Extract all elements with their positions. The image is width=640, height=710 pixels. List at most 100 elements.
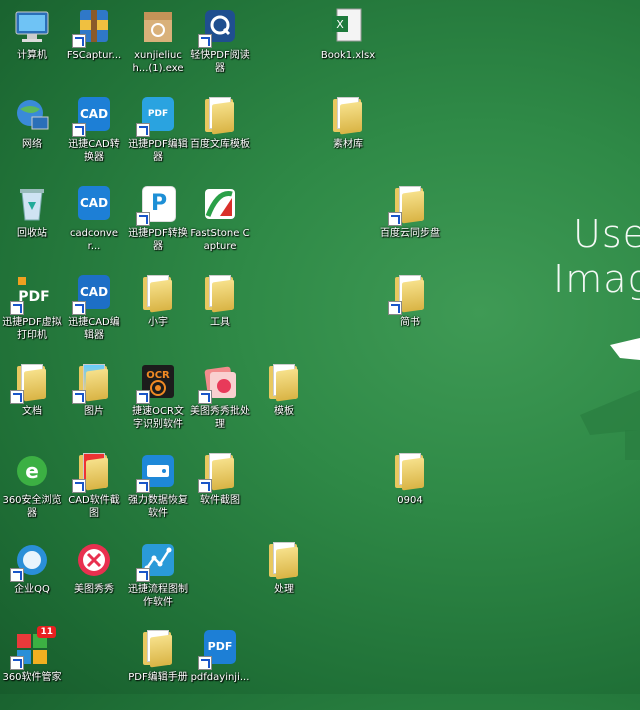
desktop-icon-muban[interactable]: 模板 [254,360,314,444]
desktop-icon-pdf-reader[interactable]: 轻快PDF阅读器 [190,4,250,88]
shortcut-arrow-icon [72,123,86,137]
icon-label: 0904 [397,495,423,506]
shortcut-arrow-icon [72,301,86,315]
desktop-icon-flowchart[interactable]: 迅捷流程图制作软件 [128,538,188,622]
desktop-icon-enterprise-qq[interactable]: 企业QQ [2,538,62,622]
folder-icon [138,273,178,313]
desktop-icon-jianshu[interactable]: 简书 [380,271,440,355]
desktop-icon-cad-converter[interactable]: CAD 迅捷CAD转换器 [64,93,124,177]
svg-text:OCR: OCR [146,370,170,381]
desktop-icon-xunjieliuch[interactable]: xunjieliuch...(1).exe [128,4,188,88]
desktop-icon-gongju[interactable]: 工具 [190,271,250,355]
shortcut-arrow-icon [10,301,24,315]
folder-icon [72,451,114,493]
shortcut-arrow-icon [10,656,24,670]
icon-label: Book1.xlsx [320,50,376,61]
desktop-icon-chuli[interactable]: 处理 [254,538,314,622]
folder-icon [72,362,114,404]
icon-label: pdfdayinji... [190,672,250,683]
wallpaper-shape [580,338,640,460]
desktop-icon-cad-editor[interactable]: CAD 迅捷CAD编辑器 [64,271,124,355]
icon-label: 迅捷CAD编辑器 [68,317,120,341]
icon-label: FastStone Capture [190,228,250,252]
shortcut-arrow-icon [10,390,24,404]
cad-editor-icon: CAD [72,273,114,315]
icon-label: CAD软件截图 [68,495,120,519]
folder-icon [200,95,240,135]
folder-icon [10,362,52,404]
icon-label: 美图秀秀批处理 [190,406,250,430]
shortcut-arrow-icon [136,123,150,137]
desktop-icon-ocr[interactable]: OCR 捷速OCR文字识别软件 [128,360,188,444]
icon-label: 网络 [22,139,42,150]
cad-converter-icon: CAD [74,184,114,224]
folder-icon [200,273,240,313]
desktop-icon-tupian[interactable]: 图片 [64,360,124,444]
desktop-icon-pdf-printer[interactable]: PDF 迅捷PDF虚拟打印机 [2,271,62,355]
icon-label: 处理 [274,584,294,595]
icon-label: 百度云同步盘 [380,228,440,239]
recycle-bin-icon [12,184,52,224]
desktop-icon-data-recovery[interactable]: 强力数据恢复软件 [128,449,188,533]
pdf-editor-icon: PDF [136,95,178,137]
desktop-icon-fscapture[interactable]: FSCaptur... [64,4,124,88]
icon-label: 百度文库模板 [190,139,250,150]
flowchart-icon [136,540,178,582]
enterprise-qq-icon [10,540,52,582]
folder-icon [198,451,240,493]
installer-package-icon [138,6,178,46]
desktop-icon-meitu[interactable]: 美图秀秀 [64,538,124,622]
desktop-icon-pdfdayinji[interactable]: PDF pdfdayinji... [190,626,250,710]
shortcut-arrow-icon [388,212,402,226]
notification-badge: 11 [37,626,56,638]
icon-label: 简书 [400,317,420,328]
desktop-icon-pdf-editor[interactable]: PDF 迅捷PDF编辑器 [128,93,188,177]
desktop-icon-360-software-manager[interactable]: 11 360软件管家 [2,626,62,710]
desktop-icon-360-browser[interactable]: e 360安全浏览器 [2,449,62,533]
folder-icon [390,451,430,491]
desktop-icon-software-screenshots[interactable]: 软件截图 [190,449,250,533]
shortcut-arrow-icon [72,479,86,493]
software-manager-360-icon: 11 [10,626,56,670]
folder-icon [328,95,368,135]
shortcut-arrow-icon [72,34,86,48]
ocr-icon: OCR [136,362,178,404]
meitu-batch-icon [198,362,240,404]
desktop-icon-cadconver[interactable]: CAD cadconver... [64,182,124,266]
desktop-icon-recycle-bin[interactable]: 回收站 [2,182,62,266]
faststone-capture-icon [200,184,240,224]
desktop-icon-0904[interactable]: 0904 [380,449,440,533]
shortcut-arrow-icon [198,656,212,670]
icon-label: 文档 [22,406,42,417]
desktop-icon-faststone[interactable]: FastStone Capture [190,182,250,266]
shortcut-arrow-icon [136,390,150,404]
icon-label: xunjieliuch...(1).exe [132,50,184,74]
icon-label: 迅捷PDF编辑器 [128,139,188,163]
icon-label: 小宇 [148,317,168,328]
desktop-icon-sucaiku[interactable]: 素材库 [318,93,378,177]
shortcut-arrow-icon [136,568,150,582]
pdf-printer-icon: PDF [198,628,240,670]
icon-label: 企业QQ [14,584,50,595]
desktop-icon-computer[interactable]: 计算机 [2,4,62,88]
desktop-icon-book1[interactable]: X Book1.xlsx [318,4,378,88]
icon-label: PDF编辑手册 [128,672,188,683]
wallpaper-text-line2: Imag [553,257,640,301]
shortcut-arrow-icon [198,390,212,404]
desktop-icon-pdf-manual[interactable]: PDF编辑手册 [128,626,188,710]
folder-icon [388,273,430,315]
desktop-icon-baidu-wenku[interactable]: 百度文库模板 [190,93,250,177]
desktop-icon-meitu-batch[interactable]: 美图秀秀批处理 [190,360,250,444]
folder-icon [138,628,178,668]
icon-label: 模板 [274,406,294,417]
desktop-icon-cad-screenshots[interactable]: CAD软件截图 [64,449,124,533]
icon-label: 迅捷PDF转换器 [128,228,188,252]
desktop-icon-baidu-yun[interactable]: 百度云同步盘 [380,182,440,266]
desktop-icon-xiaoyu[interactable]: 小宇 [128,271,188,355]
desktop-icon-wendang[interactable]: 文档 [2,360,62,444]
desktop-icon-network[interactable]: 网络 [2,93,62,177]
excel-file-icon: X [328,6,368,46]
archive-icon [72,6,114,48]
desktop-icon-pdf-converter[interactable]: P 迅捷PDF转换器 [128,182,188,266]
icon-label: 轻快PDF阅读器 [190,50,250,74]
